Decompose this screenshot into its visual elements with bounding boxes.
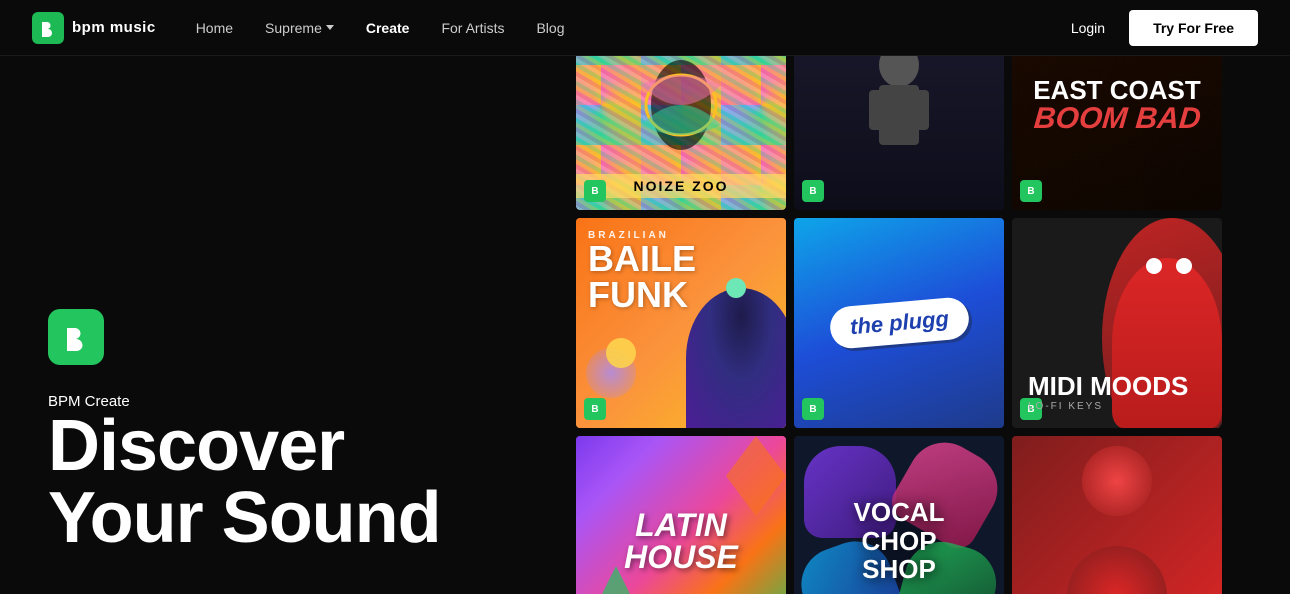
nav-for-artists[interactable]: For Artists	[441, 20, 504, 36]
nav-right: Login Try For Free	[1071, 10, 1258, 46]
nav-links: Home Supreme Create For Artists Blog	[196, 20, 1071, 36]
hero-title: Discover Your Sound	[48, 410, 512, 554]
chevron-down-icon	[326, 25, 334, 30]
album-card-noize-zoo[interactable]: NOIZE ZOO B	[576, 56, 786, 210]
album-card-mystery[interactable]: B	[1012, 436, 1222, 594]
bpm-create-logo	[48, 309, 512, 365]
navbar: bpm music Home Supreme Create For Artist…	[0, 0, 1290, 56]
hero-panel: BPM Create Discover Your Sound	[0, 56, 560, 594]
album-card-east-coast[interactable]: EAST COAST BOOM BAD B	[1012, 56, 1222, 210]
bpm-badge: B	[802, 180, 824, 202]
bpm-badge: B	[584, 398, 606, 420]
album-card-plugg[interactable]: the plugg B	[794, 218, 1004, 428]
bpm-create-icon	[48, 309, 104, 365]
logo-text: bpm music	[72, 19, 156, 36]
album-grid: NOIZE ZOO B B	[576, 56, 1274, 594]
album-card-midi-moods[interactable]: MIDI MOODS LO-FI KEYS B	[1012, 218, 1222, 428]
album-card-baile-funk[interactable]: BRAZILIAN BAILEFUNK B	[576, 218, 786, 428]
album-card-latin-house[interactable]: LATINHOUSE B Curated Pack	[576, 436, 786, 594]
nav-create[interactable]: Create	[366, 20, 410, 36]
album-card-vocal-chop[interactable]: VOCALCHOPSHOP B Curated Pack	[794, 436, 1004, 594]
nav-blog[interactable]: Blog	[536, 20, 564, 36]
login-button[interactable]: Login	[1071, 20, 1105, 36]
nav-supreme[interactable]: Supreme	[265, 20, 334, 36]
nav-home[interactable]: Home	[196, 20, 233, 36]
logo[interactable]: bpm music	[32, 12, 156, 44]
main-content: BPM Create Discover Your Sound	[0, 56, 1290, 594]
bpm-badge: B	[1020, 180, 1042, 202]
album-grid-panel: NOIZE ZOO B B	[560, 56, 1290, 594]
album-card-dark[interactable]: B	[794, 56, 1004, 210]
logo-icon	[32, 12, 64, 44]
bpm-badge: B	[802, 398, 824, 420]
bpm-badge: B	[584, 180, 606, 202]
try-free-button[interactable]: Try For Free	[1129, 10, 1258, 46]
